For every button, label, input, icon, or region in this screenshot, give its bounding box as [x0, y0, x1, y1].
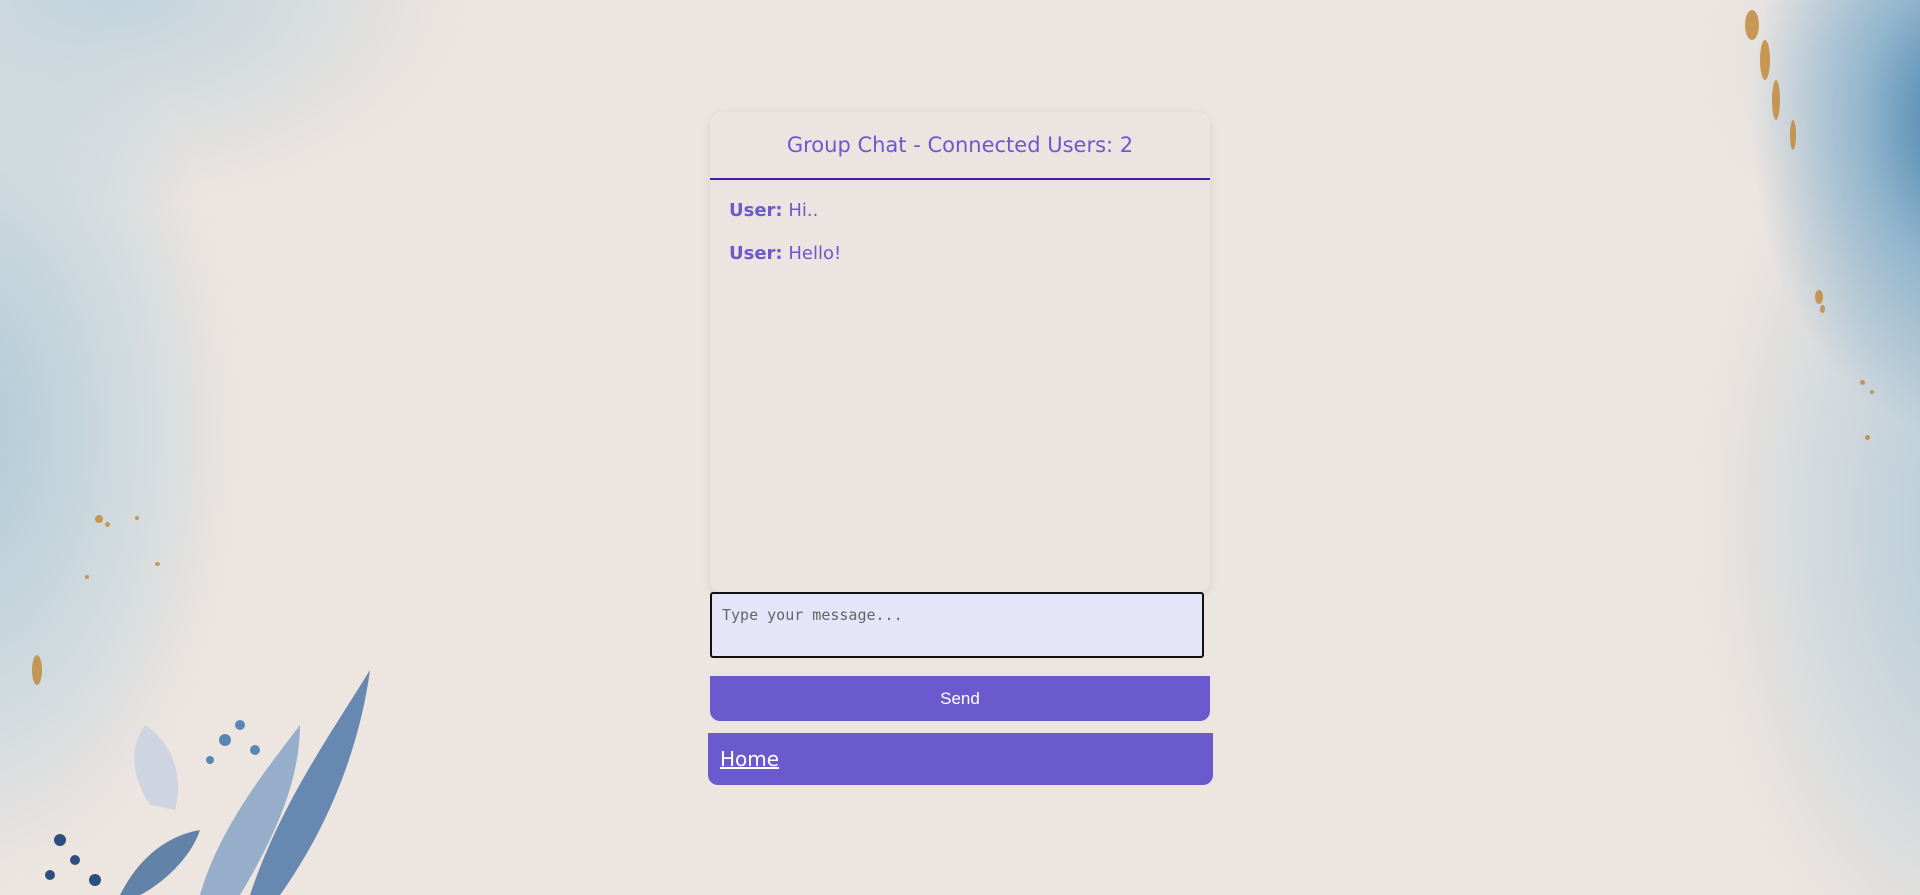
message-item: User: Hi.. — [729, 200, 1191, 221]
home-nav-bar: Home — [708, 733, 1213, 785]
send-button[interactable]: Send — [710, 676, 1210, 721]
message-text: Hi.. — [788, 200, 819, 221]
message-text: Hello! — [788, 243, 842, 264]
message-sender: User: — [729, 243, 783, 264]
message-sender: User: — [729, 200, 783, 221]
message-input[interactable] — [710, 592, 1204, 658]
chat-container: Group Chat - Connected Users: 2 User: Hi… — [710, 112, 1210, 592]
message-item: User: Hello! — [729, 243, 1191, 264]
message-list: User: Hi.. User: Hello! — [710, 180, 1210, 306]
chat-header: Group Chat - Connected Users: 2 — [710, 112, 1210, 180]
home-link[interactable]: Home — [720, 747, 779, 771]
chat-title: Group Chat - Connected Users: 2 — [786, 133, 1134, 157]
floral-leaves-decoration — [45, 670, 370, 895]
